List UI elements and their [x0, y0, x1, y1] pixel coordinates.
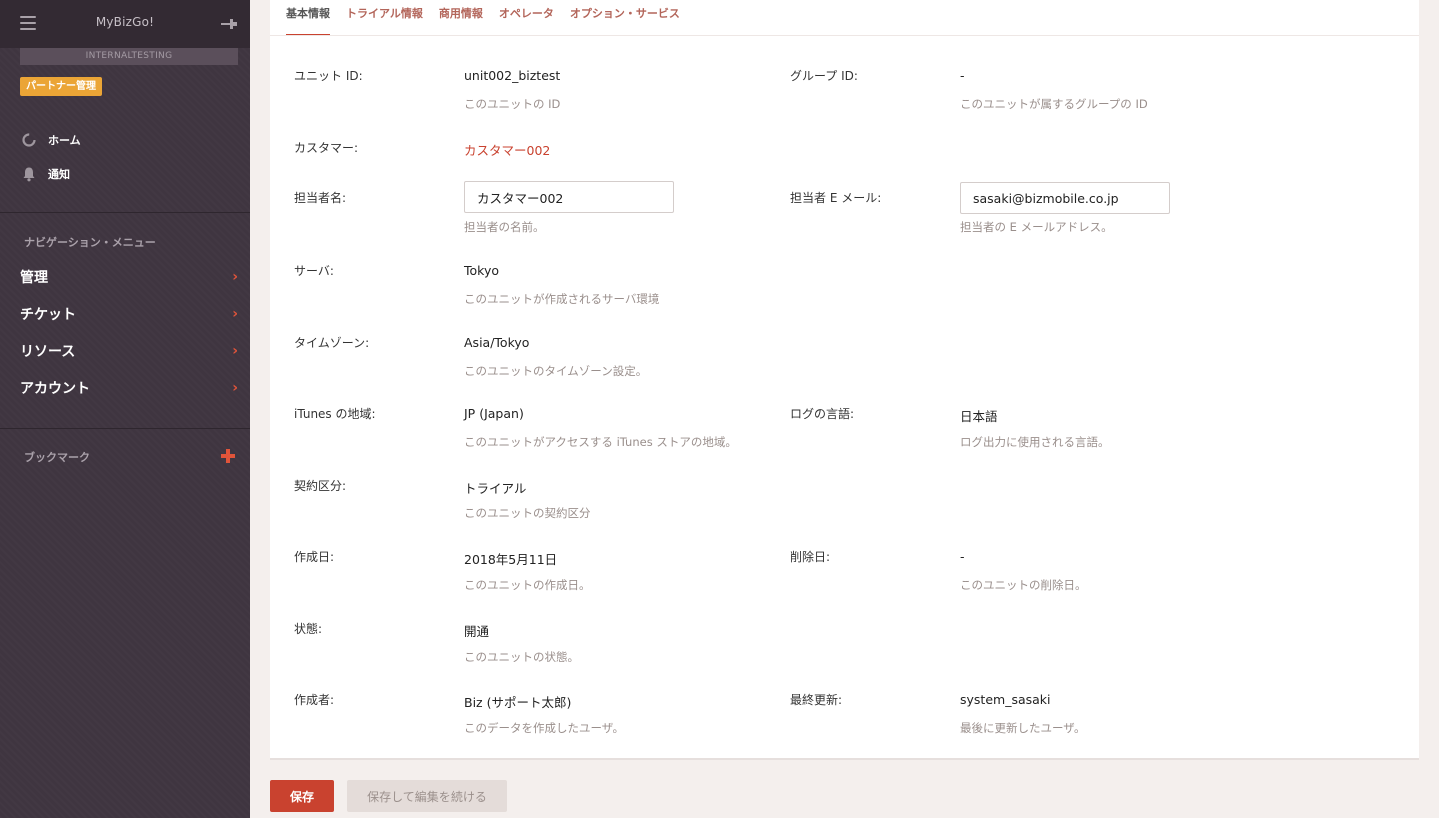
- server-label: サーバ:: [294, 264, 334, 278]
- sidebar-divider: [0, 428, 250, 429]
- nav-item-label: アカウント: [20, 381, 90, 397]
- created-date-label: 作成日:: [294, 550, 335, 564]
- group-id-value: -: [960, 68, 965, 83]
- creator-help: このデータを作成したユーザ。: [464, 721, 624, 735]
- save-button[interactable]: 保存: [270, 780, 334, 812]
- itunes-region-value: JP (Japan): [464, 406, 524, 421]
- chevron-right-icon: ›: [232, 269, 238, 285]
- environment-label: INTERNALTESTING: [20, 48, 238, 65]
- creator-label: 作成者:: [294, 693, 335, 707]
- last-updated-value: system_sasaki: [960, 692, 1051, 707]
- customer-label: カスタマー:: [294, 141, 359, 155]
- bookmark-label: ブックマーク: [24, 451, 90, 464]
- contract-type-help: このユニットの契約区分: [464, 506, 591, 520]
- chevron-right-icon: ›: [232, 380, 238, 396]
- tab-option-services[interactable]: オプション・サービス: [570, 0, 680, 36]
- sidebar-link-label: ホーム: [48, 134, 81, 147]
- timezone-value: Asia/Tokyo: [464, 335, 530, 350]
- deleted-date-help: このユニットの削除日。: [960, 578, 1087, 592]
- sidebar-header: MyBizGo!: [0, 0, 250, 48]
- pin-icon[interactable]: [219, 16, 239, 32]
- tab-operator[interactable]: オペレータ: [499, 0, 554, 36]
- contract-type-label: 契約区分:: [294, 479, 347, 493]
- nav-item-account[interactable]: アカウント ›: [20, 377, 238, 399]
- circle-loading-icon: [20, 131, 38, 149]
- status-value: 開通: [464, 624, 490, 639]
- contact-name-input[interactable]: [464, 181, 674, 213]
- tab-trial-info[interactable]: トライアル情報: [346, 0, 423, 36]
- partner-management-badge[interactable]: パートナー管理: [20, 77, 102, 96]
- tab-bar: 基本情報 トライアル情報 商用情報 オペレータ オプション・サービス: [286, 0, 696, 36]
- status-help: このユニットの状態。: [464, 650, 579, 664]
- nav-item-label: チケット: [20, 307, 76, 323]
- main-panel: 基本情報 トライアル情報 商用情報 オペレータ オプション・サービス ユニット …: [270, 0, 1419, 760]
- nav-header: ナビゲーション・メニュー: [24, 236, 156, 249]
- deleted-date-label: 削除日:: [790, 550, 831, 564]
- log-language-value: 日本語: [960, 409, 998, 424]
- contact-email-input[interactable]: [960, 182, 1170, 214]
- creator-value: Biz (サポート太郎): [464, 695, 572, 710]
- tab-basic-info[interactable]: 基本情報: [286, 0, 330, 36]
- group-id-help: このユニットが属するグループの ID: [960, 97, 1148, 111]
- last-updated-label: 最終更新:: [790, 693, 843, 707]
- app-title: MyBizGo!: [95, 15, 155, 29]
- bell-icon: [20, 165, 38, 183]
- sidebar: MyBizGo! INTERNALTESTING パートナー管理 ホーム 通知: [0, 0, 250, 818]
- deleted-date-value: -: [960, 549, 965, 564]
- contact-email-help: 担当者の E メールアドレス。: [960, 220, 1113, 234]
- created-date-value: 2018年5月11日: [464, 552, 558, 567]
- created-date-help: このユニットの作成日。: [464, 578, 591, 592]
- timezone-help: このユニットのタイムゾーン設定。: [464, 364, 648, 378]
- itunes-region-label: iTunes の地域:: [294, 407, 376, 421]
- save-and-continue-button[interactable]: 保存して編集を続ける: [347, 780, 507, 812]
- tab-divider: [270, 35, 1419, 36]
- group-id-label: グループ ID:: [790, 69, 858, 83]
- server-help: このユニットが作成されるサーバ環境: [464, 292, 660, 306]
- contact-name-label: 担当者名:: [294, 191, 347, 205]
- unit-id-value: unit002_biztest: [464, 68, 561, 83]
- sidebar-link-notifications[interactable]: 通知: [20, 164, 70, 184]
- timezone-label: タイムゾーン:: [294, 336, 370, 350]
- chevron-right-icon: ›: [232, 343, 238, 359]
- nav-item-label: リソース: [20, 344, 76, 360]
- log-language-help: ログ出力に使用される言語。: [960, 435, 1110, 449]
- nav-item-resources[interactable]: リソース ›: [20, 340, 238, 362]
- unit-id-label: ユニット ID:: [294, 69, 363, 83]
- sidebar-divider: [0, 212, 250, 213]
- add-bookmark-icon[interactable]: [219, 447, 237, 465]
- nav-item-label: 管理: [20, 270, 48, 286]
- nav-item-management[interactable]: 管理 ›: [20, 266, 238, 288]
- server-value: Tokyo: [464, 263, 499, 278]
- sidebar-link-label: 通知: [48, 168, 70, 181]
- log-language-label: ログの言語:: [790, 407, 855, 421]
- contract-type-value: トライアル: [464, 481, 527, 496]
- unit-id-help: このユニットの ID: [464, 97, 561, 111]
- last-updated-help: 最後に更新したユーザ。: [960, 721, 1086, 735]
- status-label: 状態:: [294, 622, 323, 636]
- customer-link[interactable]: カスタマー002: [464, 140, 550, 159]
- itunes-region-help: このユニットがアクセスする iTunes ストアの地域。: [464, 435, 737, 449]
- sidebar-link-home[interactable]: ホーム: [20, 130, 81, 150]
- contact-name-help: 担当者の名前。: [464, 220, 545, 234]
- tab-commercial-info[interactable]: 商用情報: [439, 0, 483, 36]
- chevron-right-icon: ›: [232, 306, 238, 322]
- nav-item-tickets[interactable]: チケット ›: [20, 303, 238, 325]
- contact-email-label: 担当者 E メール:: [790, 191, 882, 205]
